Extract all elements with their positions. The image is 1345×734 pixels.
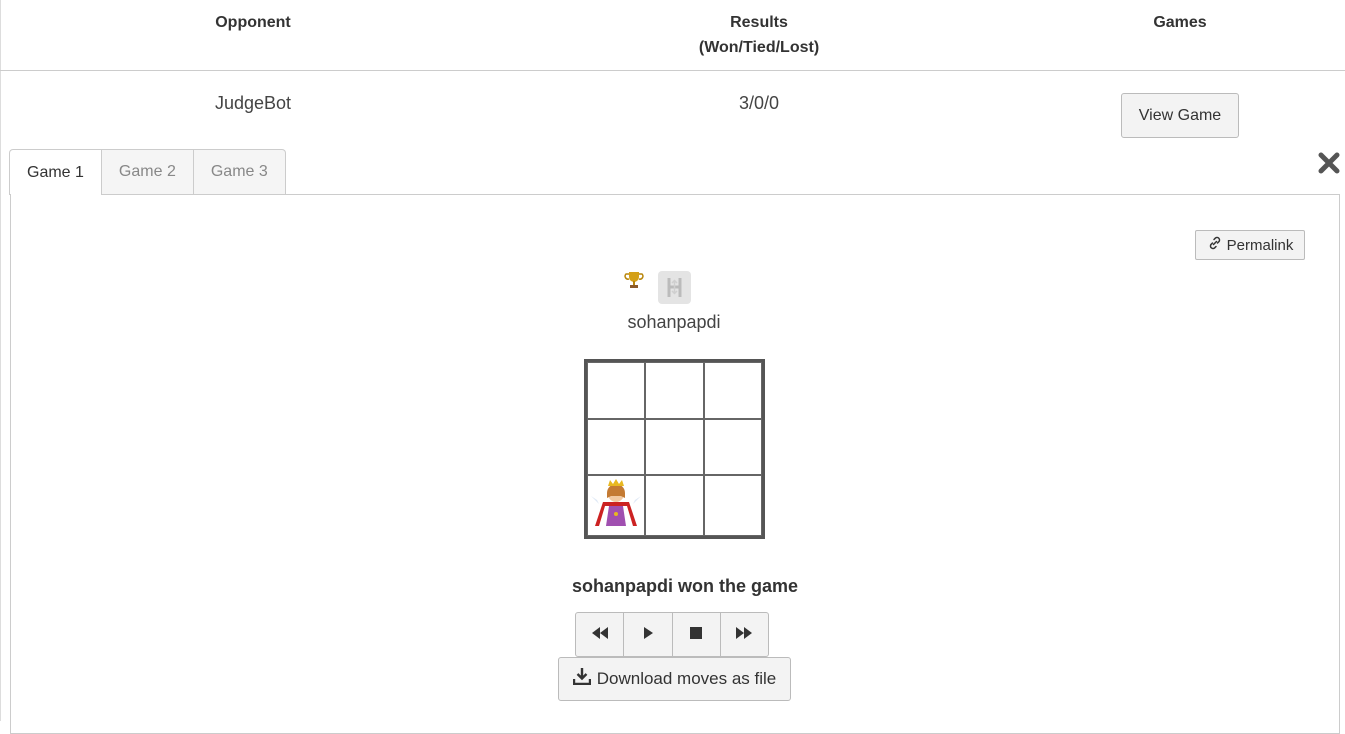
stop-button[interactable]: [671, 613, 720, 656]
download-icon: [572, 668, 591, 690]
board-cell[interactable]: [703, 418, 762, 475]
board-cell[interactable]: [645, 418, 704, 475]
tab-game-1[interactable]: Game 1: [9, 149, 102, 195]
board-cell[interactable]: [587, 362, 646, 419]
header-results-line1: Results: [730, 14, 788, 31]
play-button[interactable]: [623, 613, 671, 656]
board-cell[interactable]: [645, 362, 704, 419]
trophy-icon: [624, 270, 644, 290]
tab-game-3[interactable]: Game 3: [193, 149, 286, 195]
header-opponent: Opponent: [215, 14, 291, 31]
game-tabs: Game 1 Game 2 Game 3: [9, 149, 286, 195]
header-divider: [0, 70, 1345, 71]
game-board: [584, 359, 765, 539]
board-cell[interactable]: [703, 475, 762, 536]
permalink-label: Permalink: [1226, 236, 1294, 254]
game-result-text: sohanpapdi won the game: [571, 576, 799, 596]
board-cell[interactable]: [587, 475, 646, 536]
fast-forward-icon: [735, 626, 753, 644]
header-games: Games: [1153, 14, 1207, 31]
stop-icon: [690, 626, 703, 644]
view-game-button[interactable]: View Game: [1121, 93, 1239, 138]
download-label: Download moves as file: [596, 669, 777, 688]
play-icon: [643, 626, 653, 644]
tab-game-2[interactable]: Game 2: [101, 149, 194, 195]
panel-top-divider: [284, 194, 1340, 195]
permalink-button[interactable]: Permalink: [1195, 230, 1305, 260]
link-icon: [1207, 235, 1223, 255]
player-name: sohanpapdi: [627, 312, 721, 332]
rewind-icon: [591, 626, 609, 644]
queen-piece-icon: [589, 476, 643, 535]
row-opponent: JudgeBot: [214, 93, 292, 113]
row-results: 3/0/0: [738, 93, 780, 113]
header-results-line2: (Won/Tied/Lost): [698, 39, 820, 56]
download-moves-button[interactable]: Download moves as file: [558, 657, 791, 701]
header-results: Results (Won/Tied/Lost): [659, 10, 859, 60]
fast-forward-button[interactable]: [719, 613, 768, 656]
rewind-button[interactable]: [576, 613, 623, 656]
board-cell[interactable]: [587, 418, 646, 475]
board-cell[interactable]: [703, 362, 762, 419]
playback-controls: [575, 612, 769, 657]
bot-icon: [658, 271, 691, 304]
close-icon[interactable]: [1316, 150, 1342, 176]
board-cell[interactable]: [645, 475, 704, 536]
